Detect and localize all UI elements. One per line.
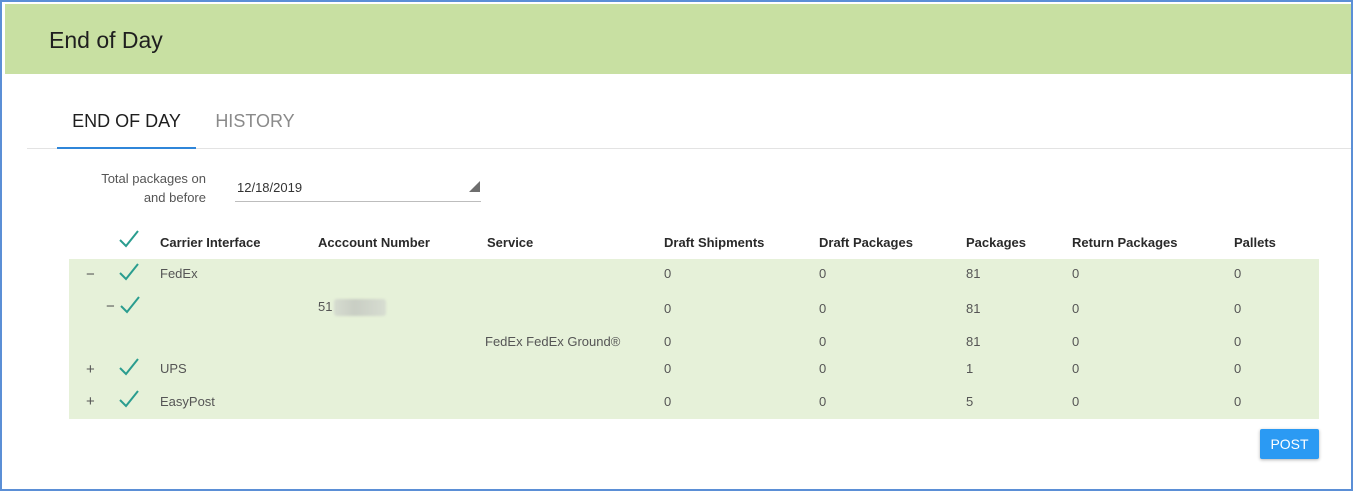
tab-history[interactable]: HISTORY — [202, 97, 308, 149]
date-filter-label: Total packages on and before — [101, 171, 206, 205]
table-row-fedex[interactable]: − FedEx 0 0 81 0 0 — [69, 259, 1319, 290]
carrier-name: FedEx — [160, 266, 198, 281]
draft-shipments-value: 0 — [664, 361, 672, 376]
return-packages-value: 0 — [1072, 266, 1080, 281]
packages-value: 81 — [966, 266, 981, 281]
draft-packages-value: 0 — [819, 266, 827, 281]
column-header-service[interactable]: Service — [487, 235, 533, 250]
table-row-account[interactable]: − 51 0 0 81 0 0 — [69, 290, 1319, 325]
packages-value: 1 — [966, 361, 974, 376]
draft-shipments-value: 0 — [664, 334, 672, 349]
column-header-account-number[interactable]: Acccount Number — [318, 235, 430, 250]
end-of-day-table: Carrier Interface Acccount Number Servic… — [69, 226, 1319, 419]
pallets-value: 0 — [1234, 394, 1242, 409]
redacted-account-digits — [334, 299, 387, 317]
collapse-minus-icon[interactable]: − — [86, 267, 95, 282]
draft-packages-value: 0 — [819, 394, 827, 409]
account-number-prefix: 51 — [318, 299, 333, 314]
table-header-row: Carrier Interface Acccount Number Servic… — [69, 226, 1319, 259]
packages-value: 5 — [966, 394, 974, 409]
date-select[interactable]: 12/18/2019 — [235, 173, 481, 202]
post-button[interactable]: POST — [1260, 429, 1319, 459]
table-body: − FedEx 0 0 81 0 0 − 51 0 0 81 0 0 FedEx… — [69, 259, 1319, 419]
tab-end-of-day[interactable]: END OF DAY — [57, 97, 196, 149]
draft-shipments-value: 0 — [664, 266, 672, 281]
collapse-minus-icon[interactable]: − — [106, 299, 115, 314]
pallets-value: 0 — [1234, 334, 1242, 349]
column-header-draft-packages[interactable]: Draft Packages — [819, 235, 913, 250]
return-packages-value: 0 — [1072, 334, 1080, 349]
draft-packages-value: 0 — [819, 361, 827, 376]
account-number-value: 51 — [318, 299, 387, 317]
pallets-value: 0 — [1234, 266, 1242, 281]
pallets-value: 0 — [1234, 361, 1242, 376]
tab-bar: END OF DAY HISTORY — [27, 97, 1351, 149]
packages-value: 81 — [966, 301, 981, 316]
expand-plus-icon[interactable]: + — [86, 362, 95, 377]
carrier-name: EasyPost — [160, 394, 215, 409]
page-header: End of Day — [5, 4, 1351, 74]
draft-packages-value: 0 — [819, 334, 827, 349]
row-checkmark-icon[interactable] — [118, 389, 140, 409]
column-header-draft-shipments[interactable]: Draft Shipments — [664, 235, 764, 250]
column-header-pallets[interactable]: Pallets — [1234, 235, 1276, 250]
draft-shipments-value: 0 — [664, 394, 672, 409]
column-header-carrier-interface[interactable]: Carrier Interface — [160, 235, 260, 250]
return-packages-value: 0 — [1072, 301, 1080, 316]
pallets-value: 0 — [1234, 301, 1242, 316]
row-checkmark-icon[interactable] — [118, 262, 140, 282]
page-title: End of Day — [49, 27, 163, 53]
date-select-value: 12/18/2019 — [237, 180, 303, 195]
draft-shipments-value: 0 — [664, 301, 672, 316]
return-packages-value: 0 — [1072, 361, 1080, 376]
service-name: FedEx FedEx Ground® — [485, 334, 621, 349]
table-row-easypost[interactable]: + EasyPost 0 0 5 0 0 — [69, 384, 1319, 419]
packages-value: 81 — [966, 334, 981, 349]
column-header-return-packages[interactable]: Return Packages — [1072, 235, 1178, 250]
return-packages-value: 0 — [1072, 394, 1080, 409]
draft-packages-value: 0 — [819, 301, 827, 316]
row-checkmark-icon[interactable] — [118, 357, 140, 377]
table-row-service[interactable]: FedEx FedEx Ground® 0 0 81 0 0 — [69, 325, 1319, 356]
expand-plus-icon[interactable]: + — [86, 394, 95, 409]
table-row-ups[interactable]: + UPS 0 0 1 0 0 — [69, 356, 1319, 384]
column-header-packages[interactable]: Packages — [966, 235, 1026, 250]
select-all-checkmark-icon[interactable] — [118, 229, 140, 249]
row-checkmark-icon[interactable] — [119, 295, 141, 315]
end-of-day-window: End of Day END OF DAY HISTORY Total pack… — [0, 0, 1353, 491]
carrier-name: UPS — [160, 361, 187, 376]
dropdown-caret-icon[interactable] — [469, 181, 480, 192]
